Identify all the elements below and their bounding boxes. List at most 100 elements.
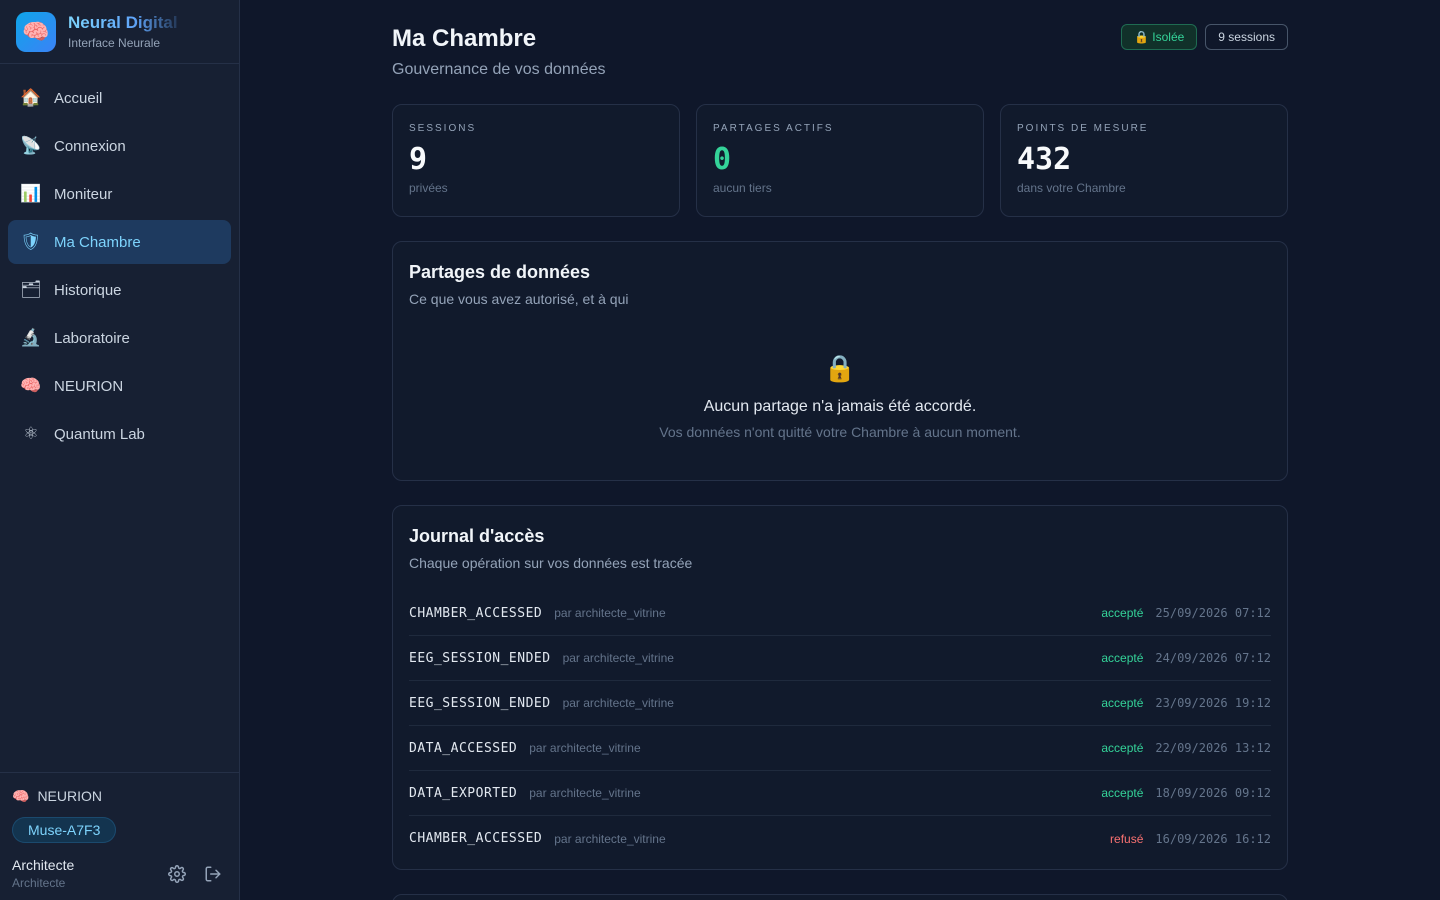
sidebar-item-quantum-lab[interactable]: ⚛ Quantum Lab bbox=[8, 412, 231, 456]
sidebar-item-label: Connexion bbox=[54, 137, 126, 155]
atom-icon: ⚛ bbox=[23, 424, 39, 443]
shield-icon: 🛡 bbox=[20, 232, 42, 251]
stats-row: SESSIONS 9 privées PARTAGES ACTIFS 0 auc… bbox=[392, 104, 1288, 217]
status-badge: accepté bbox=[1101, 606, 1144, 620]
sidebar-nav: 🏠 Accueil 📡 Connexion 📊 Moniteur 🛡 Ma Chambre 🗂 H… bbox=[0, 64, 239, 468]
log-actor: par architecte_vitrine bbox=[554, 606, 666, 620]
card-subtitle: Ce que vous avez autorisé, et à qui bbox=[409, 291, 629, 307]
sidebar-item-laboratoire[interactable]: 🔬 Laboratoire bbox=[8, 316, 231, 360]
device-row: 🧠 NEURION bbox=[12, 785, 227, 807]
table-row: DATA_ACCESSED par architecte_vitrine accep… bbox=[409, 726, 1271, 771]
page-subtitle: Gouvernance de vos données bbox=[392, 61, 606, 78]
log-timestamp: 23/09/2026 19:12 bbox=[1155, 696, 1271, 710]
access-log-card: Journal d'accès Chaque opération sur vos… bbox=[392, 505, 1288, 870]
sidebar-item-label: NEURION bbox=[54, 377, 124, 395]
table-row: DATA_EXPORTED par architecte_vitrine accep… bbox=[409, 771, 1271, 816]
main-content: Ma Chambre Gouvernance de vos données 🔒 … bbox=[240, 0, 1440, 900]
logout-icon bbox=[205, 866, 221, 881]
stat-label: POINTS DE MESURE bbox=[1017, 123, 1149, 134]
log-timestamp: 22/09/2026 13:12 bbox=[1155, 741, 1271, 755]
next-card bbox=[392, 894, 1288, 900]
brand[interactable]: 🧠 Neural Digital Interface Neurale bbox=[0, 0, 239, 64]
header-badges: 🔒 Isolée 9 sessions bbox=[1121, 24, 1288, 50]
log-event: CHAMBER_ACCESSED bbox=[409, 831, 543, 846]
sidebar-item-label: Accueil bbox=[54, 89, 103, 107]
log-event: CHAMBER_ACCESSED bbox=[409, 605, 543, 621]
sidebar-item-label: Historique bbox=[54, 281, 122, 299]
lock-icon: 🔒 bbox=[823, 353, 857, 383]
empty-state-title: Aucun partage n'a jamais été accordé. bbox=[703, 398, 977, 415]
status-badge: accepté bbox=[1101, 741, 1144, 755]
bar-chart-icon: 📊 bbox=[20, 184, 42, 203]
status-badge: accepté bbox=[1101, 786, 1144, 800]
log-event: DATA_EXPORTED bbox=[409, 785, 518, 801]
brain-icon: 🧠 bbox=[12, 787, 30, 804]
user-name: Architecte bbox=[12, 857, 75, 873]
stat-value: 432 bbox=[1017, 142, 1072, 177]
stat-card-measure-points: POINTS DE MESURE 432 dans votre Chambre bbox=[1000, 104, 1288, 217]
log-actor: par architecte_vitrine bbox=[562, 651, 674, 665]
data-shares-card: Partages de données Ce que vous avez aut… bbox=[392, 241, 1288, 481]
sidebar-item-label: Moniteur bbox=[54, 185, 113, 203]
stat-card-active-shares: PARTAGES ACTIFS 0 aucun tiers bbox=[696, 104, 984, 217]
sidebar-item-historique[interactable]: 🗂 Historique bbox=[8, 268, 231, 312]
folder-icon: 🗂 bbox=[20, 280, 42, 299]
log-event: EEG_SESSION_ENDED bbox=[409, 695, 551, 711]
log-actor: par architecte_vitrine bbox=[562, 696, 674, 710]
user-role: Architecte bbox=[12, 876, 66, 890]
table-row: EEG_SESSION_ENDED par architecte_vitrine a… bbox=[409, 636, 1271, 681]
log-event: EEG_SESSION_ENDED bbox=[409, 650, 551, 666]
empty-state-subtitle: Vos données n'ont quitté votre Chambre à… bbox=[659, 424, 1021, 440]
logout-button[interactable] bbox=[199, 860, 227, 888]
stat-sub: dans votre Chambre bbox=[1017, 181, 1126, 195]
sidebar-item-label: Ma Chambre bbox=[54, 233, 141, 251]
access-log-list: CHAMBER_ACCESSED par architecte_vitrine ac… bbox=[409, 591, 1271, 861]
sidebar-item-connexion[interactable]: 📡 Connexion bbox=[8, 124, 231, 168]
brain-icon: 🧠 bbox=[16, 11, 56, 52]
sessions-badge: 9 sessions bbox=[1205, 24, 1288, 50]
sidebar-item-label: Laboratoire bbox=[54, 329, 130, 347]
satellite-dish-icon: 📡 bbox=[20, 136, 42, 155]
status-badge: accepté bbox=[1101, 696, 1144, 710]
sidebar-footer: 🧠 NEURION Muse-A7F3 Architecte Architect… bbox=[0, 772, 239, 900]
sidebar-item-label: Quantum Lab bbox=[54, 425, 145, 443]
stat-card-sessions: SESSIONS 9 privées bbox=[392, 104, 680, 217]
log-timestamp: 25/09/2026 07:12 bbox=[1155, 606, 1271, 620]
sidebar: 🧠 Neural Digital Interface Neurale 🏠 Accu… bbox=[0, 0, 240, 900]
log-actor: par architecte_vitrine bbox=[554, 831, 666, 846]
log-event: DATA_ACCESSED bbox=[409, 740, 518, 756]
brand-name: Neural Digital bbox=[68, 13, 188, 33]
log-actor: par architecte_vitrine bbox=[529, 741, 641, 755]
device-chip[interactable]: Muse-A7F3 bbox=[12, 817, 117, 843]
isolated-badge: 🔒 Isolée bbox=[1121, 24, 1198, 50]
stat-value: 0 bbox=[713, 142, 732, 177]
table-row: CHAMBER_ACCESSED par architecte_vitrine ac… bbox=[409, 591, 1271, 636]
stat-label: PARTAGES ACTIFS bbox=[713, 123, 834, 134]
microscope-icon: 🔬 bbox=[20, 328, 42, 347]
settings-button[interactable] bbox=[163, 860, 191, 888]
stat-label: SESSIONS bbox=[409, 123, 477, 134]
table-row: EEG_SESSION_ENDED par architecte_vitrine a… bbox=[409, 681, 1271, 726]
brand-subtitle: Interface Neurale bbox=[68, 36, 161, 50]
card-title: Partages de données bbox=[409, 262, 591, 282]
log-actor: par architecte_vitrine bbox=[529, 786, 641, 800]
log-timestamp: 18/09/2026 09:12 bbox=[1155, 786, 1271, 800]
app-root: 🧠 Neural Digital Interface Neurale 🏠 Accu… bbox=[0, 0, 1440, 900]
card-title: Journal d'accès bbox=[409, 526, 545, 546]
empty-state: 🔒 Aucun partage n'a jamais été accordé. … bbox=[409, 353, 1271, 440]
log-timestamp: 24/09/2026 07:12 bbox=[1155, 651, 1271, 665]
stat-sub: privées bbox=[409, 181, 448, 195]
sidebar-item-neurion[interactable]: 🧠 NEURION bbox=[8, 364, 231, 408]
house-icon: 🏠 bbox=[20, 88, 42, 107]
stat-sub: aucun tiers bbox=[713, 181, 772, 195]
status-badge: accepté bbox=[1101, 651, 1144, 665]
table-row: CHAMBER_ACCESSED par architecte_vitrine re… bbox=[409, 816, 1271, 861]
status-badge: refusé bbox=[1110, 831, 1144, 846]
sidebar-item-ma-chambre[interactable]: 🛡 Ma Chambre bbox=[8, 220, 231, 264]
device-label: NEURION bbox=[37, 788, 102, 804]
stat-value: 9 bbox=[409, 142, 428, 177]
gear-icon bbox=[168, 864, 186, 883]
user-row: Architecte Architecte bbox=[12, 857, 227, 890]
sidebar-item-accueil[interactable]: 🏠 Accueil bbox=[8, 76, 231, 120]
sidebar-item-moniteur[interactable]: 📊 Moniteur bbox=[8, 172, 231, 216]
